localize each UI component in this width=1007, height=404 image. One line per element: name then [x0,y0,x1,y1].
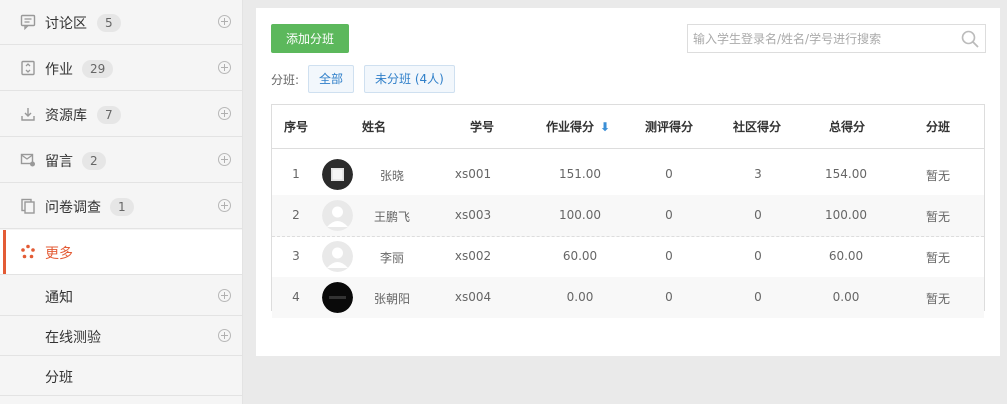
search-input[interactable] [688,25,953,52]
table-row: 4 张朝阳 xs004 0.00 0 0 0.00 暂无 [272,277,984,318]
column-header-name: 姓名 [362,120,387,134]
column-header-assessment-score: 测评得分 [645,120,694,134]
table-row: 3 李丽 xs002 60.00 0 0 60.00 暂无 [272,236,984,278]
sidebar-item-label: 更多 [45,246,73,262]
avatar[interactable] [322,282,353,313]
cell-homework-score: 60.00 [562,249,598,263]
cell-assessment-score: 0 [665,208,673,222]
sidebar-item-label: 留言 [45,154,73,170]
cell-total-score: 0.00 [832,290,860,304]
sidebar-subitem-grouping[interactable]: 分班 [0,356,242,396]
assignment-icon [20,60,36,76]
column-header-homework-label: 作业得分 [546,120,595,134]
sidebar-item-label: 讨论区 [45,16,87,32]
cell-community-score: 0 [754,249,762,263]
search-icon[interactable] [961,30,979,48]
sidebar-item-more[interactable]: 更多 [0,230,242,275]
cell-assessment-score: 0 [665,249,673,263]
sidebar-item-discussion[interactable]: 讨论区 5 [0,0,242,45]
cell-index: 1 [292,167,300,181]
cell-index: 4 [292,290,300,304]
cell-total-score: 100.00 [825,208,867,222]
sidebar-item-homework[interactable]: 作业 29 [0,46,242,91]
avatar[interactable] [322,159,353,190]
cell-student-id: xs003 [454,208,492,222]
column-header-student-id: 学号 [470,120,495,134]
student-table: 序号 姓名 学号 作业得分 ⬇ 测评得分 社区得分 总得分 分班 1 张晓 xs0… [271,104,985,318]
cell-name: 李丽 [379,251,405,265]
add-icon[interactable] [218,289,231,302]
filter-label: 分班: [271,73,300,87]
column-header-total-score: 总得分 [829,120,866,134]
download-icon [20,106,36,122]
comment-icon [20,14,36,31]
avatar[interactable] [322,241,353,272]
sidebar-item-label: 问卷调查 [45,200,101,216]
sort-desc-icon[interactable]: ⬇ [600,120,610,134]
column-header-homework-score[interactable]: 作业得分 ⬇ [546,118,610,135]
cell-homework-score: 100.00 [559,208,601,222]
add-icon[interactable] [218,15,231,28]
column-header-community-score: 社区得分 [733,120,782,134]
count-badge: 2 [82,152,106,170]
add-icon[interactable] [218,107,231,120]
cell-homework-score: 0.00 [566,290,594,304]
cell-name: 张晓 [379,169,405,183]
table-row: 1 张晓 xs001 151.00 0 3 154.00 暂无 [272,154,984,196]
cell-total-score: 154.00 [825,167,867,181]
count-badge: 29 [82,60,114,78]
add-icon[interactable] [218,153,231,166]
cell-group: 暂无 [925,169,951,183]
sidebar-subitem-label: 分班 [45,370,73,386]
sidebar-item-label: 作业 [45,62,73,78]
cell-student-id: xs001 [454,167,492,181]
cell-community-score: 3 [754,167,762,181]
survey-icon [20,198,36,214]
column-header-index: 序号 [284,120,309,134]
cell-student-id: xs004 [454,290,492,304]
cell-assessment-score: 0 [665,290,673,304]
sidebar-subitem-label: 通知 [45,290,73,306]
cell-index: 2 [292,208,300,222]
sidebar-subitem-label: 在线测验 [45,330,101,346]
sidebar-item-label: 资源库 [45,108,87,124]
cell-group: 暂无 [925,210,951,224]
cell-assessment-score: 0 [665,167,673,181]
message-icon [20,152,36,168]
sidebar-item-survey[interactable]: 问卷调查 1 [0,184,242,229]
cell-student-id: xs002 [454,249,492,263]
cell-community-score: 0 [754,208,762,222]
column-header-group: 分班 [926,120,951,134]
filter-chip-ungrouped[interactable]: 未分班 (4人) [364,65,455,93]
add-group-button[interactable]: 添加分班 [271,24,349,53]
sidebar-item-messages[interactable]: 留言 2 [0,138,242,183]
cell-community-score: 0 [754,290,762,304]
table-header: 序号 姓名 学号 作业得分 ⬇ 测评得分 社区得分 总得分 分班 [272,105,984,149]
add-icon[interactable] [218,329,231,342]
cell-name: 张朝阳 [373,292,411,306]
sidebar: 讨论区 5 作业 29 资源库 7 留言 2 问卷调查 1 更多 通知 在线测验… [0,0,243,404]
cell-group: 暂无 [925,251,951,265]
add-icon[interactable] [218,199,231,212]
cell-index: 3 [292,249,300,263]
table-row: 2 王鹏飞 xs003 100.00 0 0 100.00 暂无 [272,195,984,237]
filter-chip-all[interactable]: 全部 [308,65,355,93]
sidebar-item-resources[interactable]: 资源库 7 [0,92,242,137]
count-badge: 7 [97,106,121,124]
avatar[interactable] [322,200,353,231]
cell-name: 王鹏飞 [373,210,411,224]
more-icon [20,244,36,260]
sidebar-subitem-notice[interactable]: 通知 [0,276,242,316]
cell-group: 暂无 [925,292,951,306]
cell-homework-score: 151.00 [559,167,601,181]
sidebar-subitem-quiz[interactable]: 在线测验 [0,316,242,356]
search-box [687,24,986,53]
cell-total-score: 60.00 [828,249,864,263]
main-panel: 添加分班 分班: 全部 未分班 (4人) 序号 姓名 学号 作业得分 ⬇ 测评得分… [256,8,1000,356]
count-badge: 1 [110,198,134,216]
count-badge: 5 [97,14,121,32]
add-icon[interactable] [218,61,231,74]
